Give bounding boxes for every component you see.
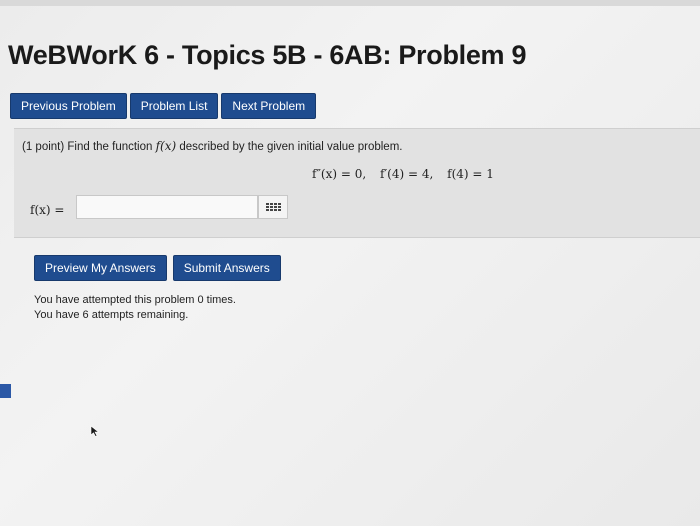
initial-conditions: f″(x) = 0, f′(4) = 4, f(4) = 1 xyxy=(312,167,504,181)
condition-initial-value: f(4) = 1 xyxy=(447,167,494,181)
attempt-status: You have attempted this problem 0 times.… xyxy=(34,293,236,323)
problem-function-symbol: f(x) xyxy=(155,139,177,153)
problem-intro-before: (1 point) Find the function xyxy=(22,141,156,153)
problem-intro-after: described by the given initial value pro… xyxy=(176,141,403,153)
preview-answers-button[interactable]: Preview My Answers xyxy=(34,255,167,281)
submit-answers-button[interactable]: Submit Answers xyxy=(172,255,281,281)
answer-input[interactable] xyxy=(76,195,258,219)
problem-list-button[interactable]: Problem List xyxy=(129,93,219,119)
grid-icon xyxy=(265,203,281,211)
answer-label: f(x) = xyxy=(30,203,65,217)
next-problem-button[interactable]: Next Problem xyxy=(221,93,317,119)
side-tab[interactable] xyxy=(0,384,11,398)
equation-editor-button[interactable] xyxy=(258,195,288,219)
condition-second-derivative: f″(x) = 0, xyxy=(312,167,367,181)
attempts-remaining-text: You have 6 attempts remaining. xyxy=(34,309,189,321)
problem-navigation: Previous Problem Problem List Next Probl… xyxy=(10,93,317,119)
page-title: WeBWorK 6 - Topics 5B - 6AB: Problem 9 xyxy=(8,40,527,70)
browser-top-edge xyxy=(0,0,700,6)
arrow-cursor-icon xyxy=(90,425,100,437)
problem-panel: (1 point) Find the function f(x) describ… xyxy=(14,128,700,238)
problem-statement: (1 point) Find the function f(x) describ… xyxy=(22,139,402,153)
attempts-made-text: You have attempted this problem 0 times. xyxy=(34,294,236,306)
answer-actions: Preview My Answers Submit Answers xyxy=(34,255,281,281)
condition-first-derivative: f′(4) = 4, xyxy=(380,167,434,181)
previous-problem-button[interactable]: Previous Problem xyxy=(10,93,127,119)
